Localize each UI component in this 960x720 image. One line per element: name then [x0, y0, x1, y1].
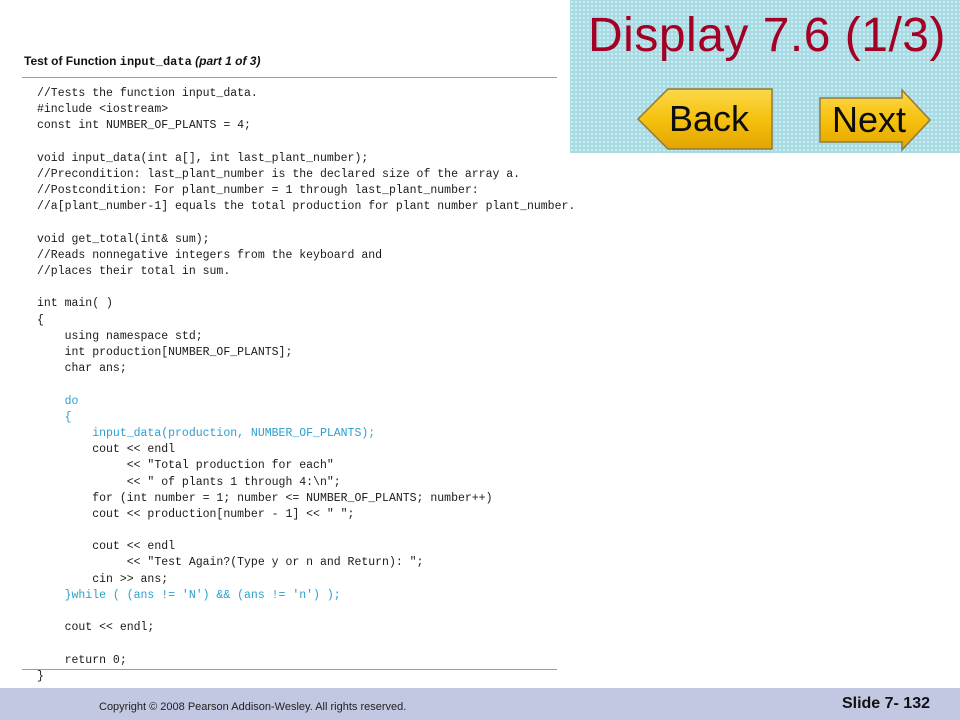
code-line: #include <iostream>: [37, 103, 169, 117]
code-line: {: [37, 410, 72, 424]
top-rule: [22, 77, 557, 78]
bottom-rule: [22, 669, 557, 670]
copyright-text: Copyright © 2008 Pearson Addison-Wesley.…: [99, 701, 407, 713]
code-line: char ans;: [37, 362, 127, 376]
code-line: const int NUMBER_OF_PLANTS = 4;: [37, 119, 251, 133]
next-arrow-icon: [819, 88, 932, 152]
back-button[interactable]: Back: [636, 87, 774, 151]
code-line: cout << production[number - 1] << " ";: [37, 507, 355, 521]
document-title: Test of Function input_data (part 1 of 3…: [24, 54, 260, 69]
code-line: //Tests the function input_data.: [37, 87, 258, 100]
code-line: void get_total(int& sum);: [37, 232, 210, 246]
code-line: {: [37, 313, 44, 327]
code-line: }: [37, 669, 44, 683]
code-line: }while ( (ans != 'N') && (ans != 'n') );: [37, 588, 341, 602]
code-line: //Reads nonnegative integers from the ke…: [37, 248, 383, 262]
footer-bar: Copyright © 2008 Pearson Addison-Wesley.…: [0, 688, 960, 720]
code-line: return 0;: [37, 653, 127, 667]
code-line: cout << endl: [37, 443, 176, 457]
code-line: //Precondition: last_plant_number is the…: [37, 167, 521, 181]
next-button[interactable]: Next: [818, 88, 932, 152]
slide-title: Display 7.6 (1/3): [588, 9, 946, 62]
code-line: using namespace std;: [37, 329, 203, 343]
code-line: //Postcondition: For plant_number = 1 th…: [37, 184, 479, 198]
header-panel: Display 7.6 (1/3) Back Next: [570, 0, 960, 153]
code-line: cout << endl: [37, 540, 176, 554]
code-line: << "Total production for each": [37, 459, 334, 473]
code-line: for (int number = 1; number <= NUMBER_OF…: [37, 491, 493, 505]
slide-number: Slide 7- 132: [841, 695, 930, 712]
code-line: //places their total in sum.: [37, 265, 231, 279]
code-line: << "Test Again?(Type y or n and Return):…: [37, 556, 424, 570]
code-line: int main( ): [37, 297, 113, 311]
code-line: cin >> ans;: [37, 572, 169, 586]
code-line: void input_data(int a[], int last_plant_…: [37, 151, 369, 165]
code-listing: //Tests the function input_data. #include…: [37, 86, 575, 685]
code-line: cout << endl;: [37, 621, 155, 635]
code-line: do: [37, 394, 79, 408]
back-arrow-icon: [636, 88, 773, 150]
code-line: << " of plants 1 through 4:\n";: [37, 475, 341, 489]
document-title-prefix: Test of Function: [24, 54, 120, 68]
code-line: int production[NUMBER_OF_PLANTS];: [37, 346, 293, 359]
document-title-function: input_data: [119, 55, 192, 69]
code-line: //a[plant_number-1] equals the total pro…: [37, 200, 576, 214]
document-title-suffix: (part 1 of 3): [191, 54, 261, 68]
code-line: input_data(production, NUMBER_OF_PLANTS)…: [37, 426, 376, 440]
